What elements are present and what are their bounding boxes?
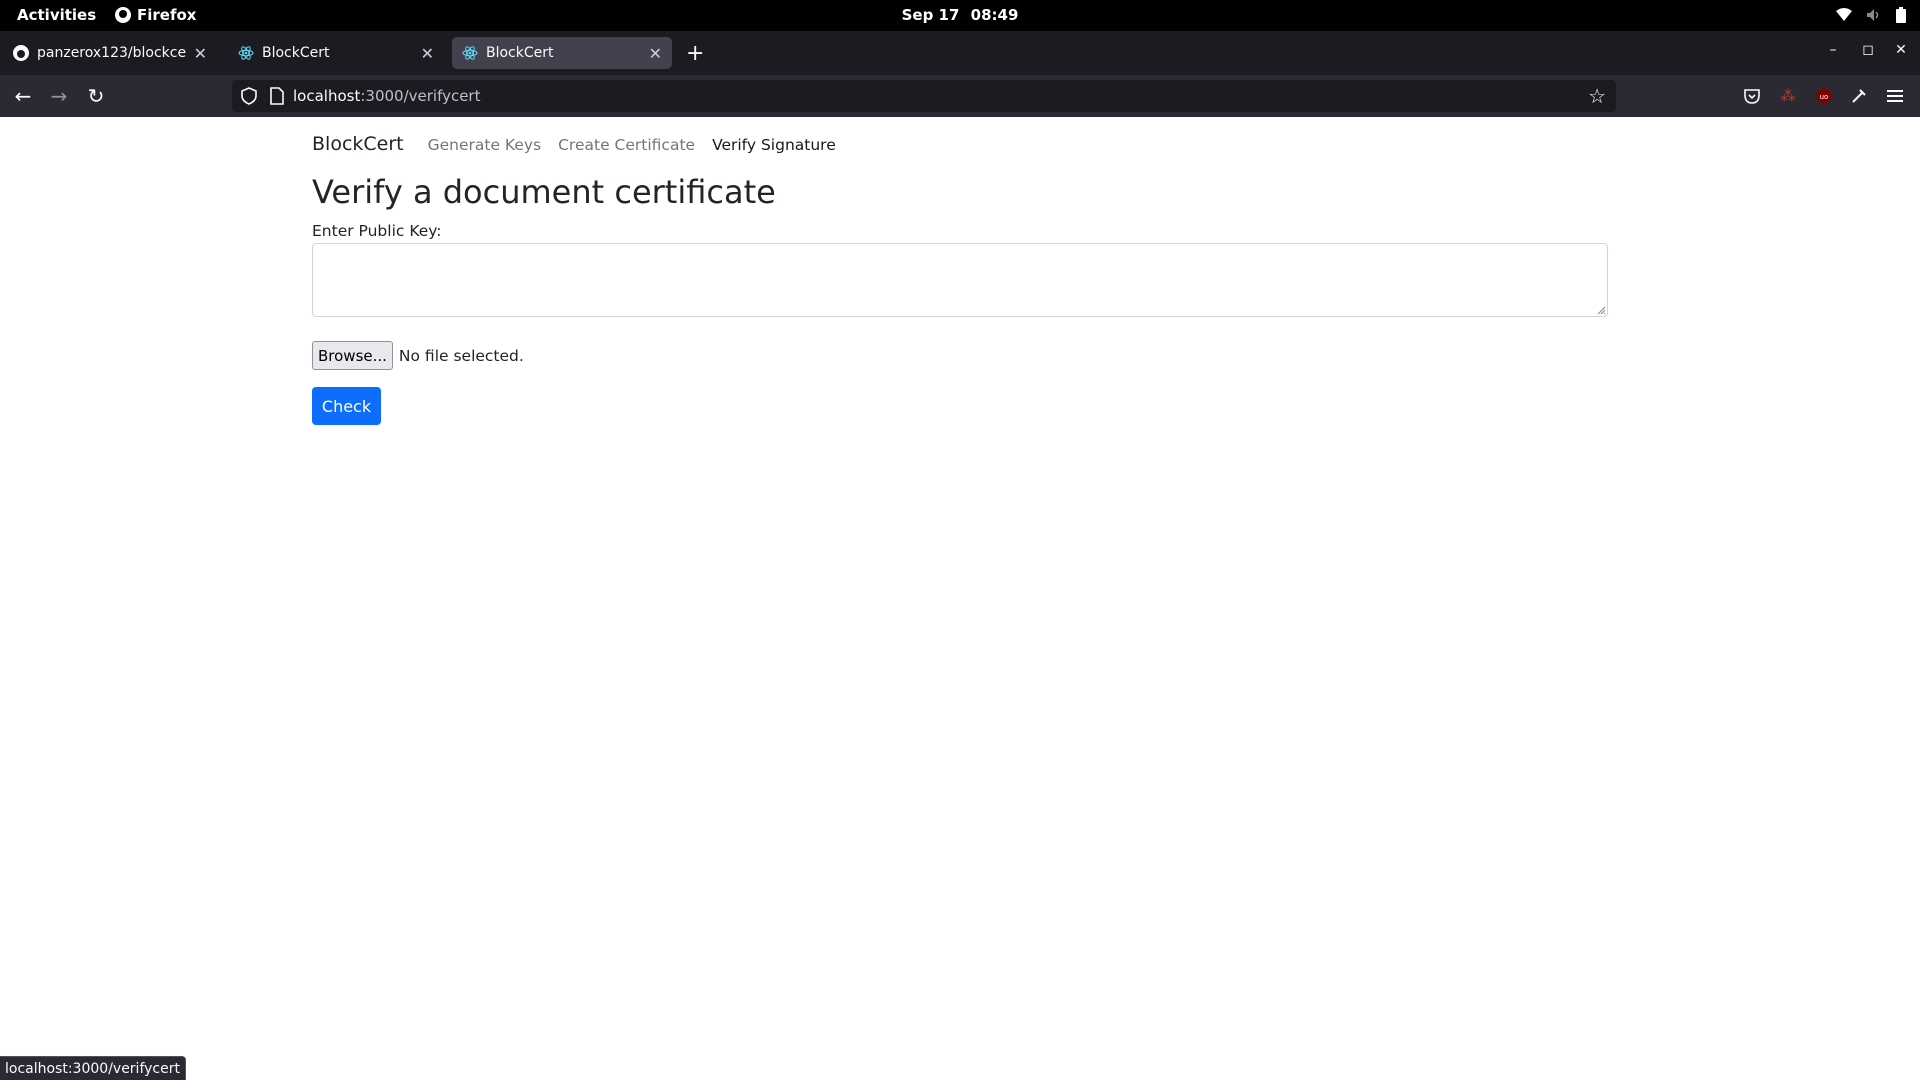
back-icon[interactable]: ← bbox=[11, 84, 35, 108]
bookmark-star-icon[interactable]: ☆ bbox=[1588, 84, 1606, 108]
minimize-icon[interactable]: – bbox=[1823, 40, 1843, 60]
extension-icon[interactable] bbox=[1849, 86, 1869, 106]
shield-icon[interactable] bbox=[240, 87, 258, 105]
react-icon bbox=[238, 46, 254, 60]
site-navbar: BlockCert Generate Keys Create Certifica… bbox=[312, 133, 853, 155]
resize-grip-icon[interactable] bbox=[1596, 305, 1606, 315]
window-close-icon[interactable]: ✕ bbox=[1891, 40, 1911, 60]
file-status: No file selected. bbox=[398, 346, 524, 365]
status-url: localhost:3000/verifycert bbox=[0, 1056, 186, 1080]
tab-blockcert[interactable]: BlockCert ✕ bbox=[228, 37, 444, 69]
browse-button[interactable]: Browse... bbox=[312, 341, 393, 370]
nav-generate-keys[interactable]: Generate Keys bbox=[428, 136, 542, 154]
clock-time: 08:49 bbox=[970, 6, 1019, 24]
public-key-label: Enter Public Key: bbox=[312, 222, 442, 240]
navigation-toolbar: ← → ↻ localhost:3000/verifycert ☆ ⁂ uo bbox=[0, 75, 1920, 117]
close-icon[interactable]: ✕ bbox=[421, 44, 434, 63]
nav-verify-signature[interactable]: Verify Signature bbox=[712, 136, 836, 154]
system-tray[interactable] bbox=[1836, 7, 1906, 23]
page-icon[interactable] bbox=[270, 87, 284, 105]
nav-create-certificate[interactable]: Create Certificate bbox=[558, 136, 695, 154]
tab-title: BlockCert bbox=[486, 45, 554, 61]
volume-icon bbox=[1867, 9, 1879, 21]
close-icon[interactable]: ✕ bbox=[649, 44, 662, 63]
tab-title: panzerox123/blockcert-gu bbox=[37, 45, 186, 61]
url-text[interactable]: localhost:3000/verifycert bbox=[293, 87, 480, 105]
url-bar[interactable]: localhost:3000/verifycert ☆ bbox=[232, 80, 1616, 112]
page-content: BlockCert Generate Keys Create Certifica… bbox=[0, 117, 1920, 1080]
react-icon bbox=[462, 46, 478, 60]
pocket-icon[interactable] bbox=[1742, 86, 1762, 106]
close-icon[interactable]: ✕ bbox=[194, 44, 207, 63]
tab-strip: panzerox123/blockcert-gu ✕ BlockCert ✕ B… bbox=[0, 31, 1920, 75]
public-key-textarea[interactable] bbox=[312, 243, 1608, 317]
clock-date: Sep 17 bbox=[901, 6, 960, 24]
tab-blockcert-active[interactable]: BlockCert ✕ bbox=[452, 37, 672, 69]
tab-title: BlockCert bbox=[262, 45, 330, 61]
ublock-icon[interactable]: uo bbox=[1814, 86, 1834, 106]
check-button[interactable]: Check bbox=[312, 387, 381, 425]
wifi-icon bbox=[1836, 8, 1852, 21]
menu-icon[interactable] bbox=[1885, 86, 1905, 106]
page-title: Verify a document certificate bbox=[312, 173, 776, 211]
new-tab-icon[interactable]: + bbox=[686, 41, 704, 66]
forward-icon[interactable]: → bbox=[47, 84, 71, 108]
reload-icon[interactable]: ↻ bbox=[84, 84, 108, 108]
svg-text:uo: uo bbox=[1820, 93, 1829, 101]
system-top-bar: Activities Firefox Sep 17 08:49 bbox=[0, 0, 1920, 31]
maximize-icon[interactable]: ◻ bbox=[1858, 40, 1878, 60]
lastpass-icon[interactable]: ⁂ bbox=[1778, 86, 1798, 106]
url-host: localhost bbox=[293, 87, 361, 105]
file-input[interactable]: Browse... No file selected. bbox=[312, 341, 524, 370]
tab-github[interactable]: panzerox123/blockcert-gu ✕ bbox=[3, 37, 217, 69]
url-path: :3000/verifycert bbox=[360, 87, 481, 105]
github-icon bbox=[13, 45, 29, 61]
battery-icon bbox=[1896, 7, 1906, 23]
brand-link[interactable]: BlockCert bbox=[312, 133, 404, 155]
clock[interactable]: Sep 17 08:49 bbox=[0, 6, 1920, 24]
